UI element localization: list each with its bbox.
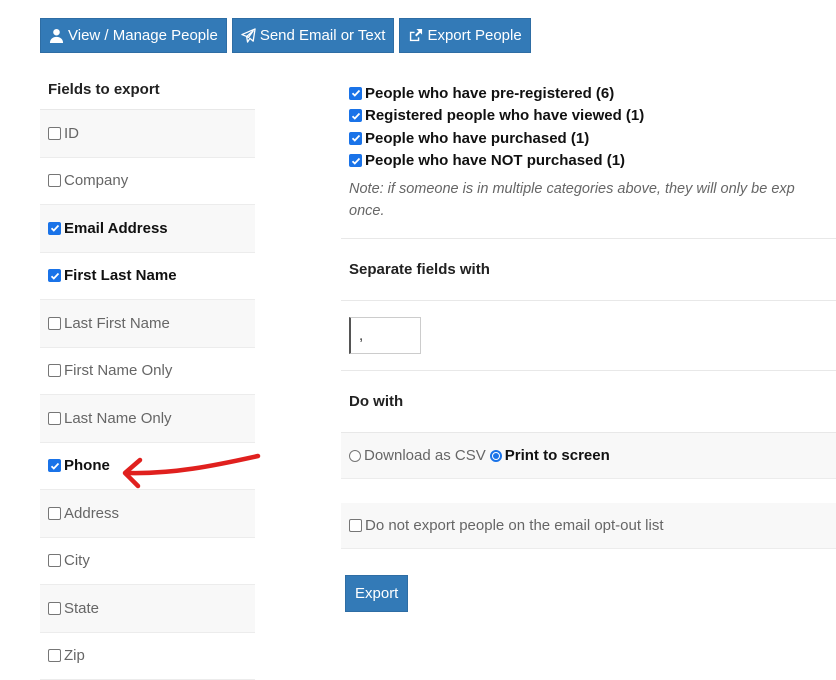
send-email-or-text-label: Send Email or Text [260,27,386,44]
category-label: People who have NOT purchased (1) [365,152,625,169]
field-row-first-last-name[interactable]: First Last Name [40,253,255,301]
separate-fields-heading: Separate fields with [341,239,836,301]
field-label: Address [64,505,119,522]
field-label: Phone [64,457,110,474]
fields-to-export-panel: Fields to export ID Company Email Addres… [40,68,255,680]
fields-to-export-heading: Fields to export [40,68,255,110]
field-label: Zip [64,647,85,664]
category-checkbox[interactable] [349,109,362,122]
print-to-screen-radio[interactable] [490,450,502,462]
export-button-wrap: Export [341,549,836,619]
field-checkbox[interactable] [48,459,61,472]
people-action-buttons: View / Manage People Send Email or Text … [40,18,531,53]
category-registered-viewed[interactable]: Registered people who have viewed (1) [341,105,836,128]
export-button[interactable]: Export [345,575,408,612]
field-row-email-address[interactable]: Email Address [40,205,255,253]
check-icon [50,461,60,471]
field-checkbox[interactable] [48,222,61,235]
field-row-first-name-only[interactable]: First Name Only [40,348,255,396]
field-label: Last First Name [64,315,170,332]
field-label: Company [64,172,128,189]
field-checkbox[interactable] [48,649,61,662]
field-row-last-name-only[interactable]: Last Name Only [40,395,255,443]
export-options-panel: People who have pre-registered (6) Regis… [341,82,836,619]
category-label: Registered people who have viewed (1) [365,107,644,124]
view-manage-people-button[interactable]: View / Manage People [40,18,227,53]
field-checkbox[interactable] [48,174,61,187]
field-row-id[interactable]: ID [40,110,255,158]
spacer [341,479,836,503]
field-row-city[interactable]: City [40,538,255,586]
separator-row [341,301,836,371]
do-with-heading: Do with [341,371,836,433]
check-icon [50,223,60,233]
category-checkbox[interactable] [349,132,362,145]
check-icon [50,271,60,281]
opt-out-label: Do not export people on the email opt-ou… [365,517,664,534]
check-icon [351,111,361,121]
field-list: ID Company Email Address First Last Name… [40,110,255,680]
category-pre-registered[interactable]: People who have pre-registered (6) [341,82,836,105]
opt-out-checkbox[interactable] [349,519,362,532]
do-with-options: Download as CSV Print to screen [341,433,836,479]
check-icon [351,133,361,143]
field-checkbox[interactable] [48,602,61,615]
field-checkbox[interactable] [48,269,61,282]
category-checkbox[interactable] [349,154,362,167]
check-icon [351,156,361,166]
field-checkbox[interactable] [48,127,61,140]
field-label: First Last Name [64,267,177,284]
cut-off-page-title [40,0,470,2]
download-csv-radio[interactable] [349,450,361,462]
field-row-last-first-name[interactable]: Last First Name [40,300,255,348]
field-checkbox[interactable] [48,554,61,567]
field-checkbox[interactable] [48,317,61,330]
field-checkbox[interactable] [48,412,61,425]
field-label: Email Address [64,220,168,237]
field-checkbox[interactable] [48,507,61,520]
export-people-button[interactable]: Export People [399,18,530,53]
category-label: People who have purchased (1) [365,130,589,147]
field-row-address[interactable]: Address [40,490,255,538]
field-label: First Name Only [64,362,172,379]
paper-plane-icon [241,28,256,43]
category-label: People who have pre-registered (6) [365,85,614,102]
category-checkbox[interactable] [349,87,362,100]
red-arrow-annotation [118,446,268,496]
category-purchased[interactable]: People who have purchased (1) [341,127,836,150]
share-square-icon [408,28,423,43]
separator-input[interactable] [349,317,421,354]
opt-out-row[interactable]: Do not export people on the email opt-ou… [341,503,836,549]
send-email-or-text-button[interactable]: Send Email or Text [232,18,395,53]
category-not-purchased[interactable]: People who have NOT purchased (1) [341,150,836,173]
check-icon [351,88,361,98]
field-label: ID [64,125,79,142]
field-label: Last Name Only [64,410,172,427]
download-csv-label[interactable]: Download as CSV [364,447,486,464]
print-to-screen-label[interactable]: Print to screen [505,447,610,464]
export-people-label: Export People [427,27,521,44]
multiple-categories-note: Note: if someone is in multiple categori… [341,172,836,239]
field-checkbox[interactable] [48,364,61,377]
user-icon [49,28,64,43]
field-label: City [64,552,90,569]
field-row-company[interactable]: Company [40,158,255,206]
field-row-state[interactable]: State [40,585,255,633]
view-manage-people-label: View / Manage People [68,27,218,44]
field-label: State [64,600,99,617]
